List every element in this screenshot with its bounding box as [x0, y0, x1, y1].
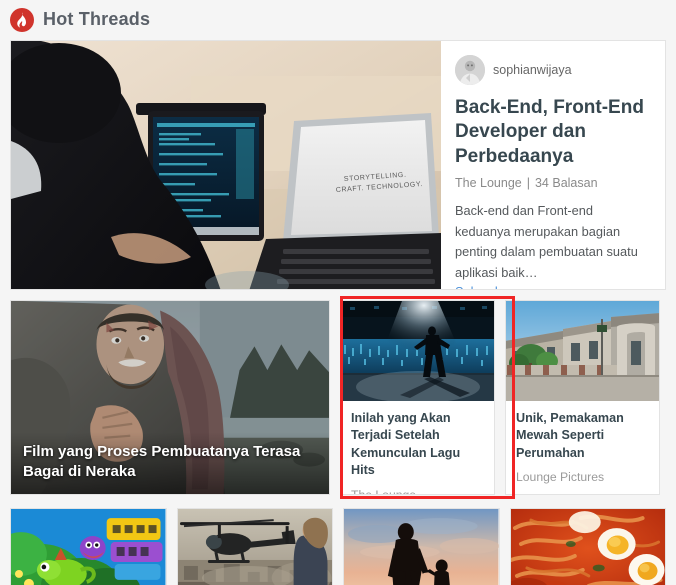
featured-thread-title[interactable]: Back-End, Front-End Developer dan Perbed…: [455, 96, 651, 169]
reply-count: 34 Balasan: [534, 175, 598, 190]
concert-thread-card[interactable]: Inilah yang Akan Terjadi Setelah Kemuncu…: [340, 300, 495, 495]
meta-separator: |: [526, 175, 530, 190]
houses-thread-title[interactable]: Unik, Pemakaman Mewah Seperti Perumahan: [516, 410, 649, 462]
game-thread-card[interactable]: [10, 508, 167, 585]
food-thread-image[interactable]: [510, 509, 665, 585]
concert-thread-source[interactable]: The Lounge: [351, 488, 484, 495]
houses-thread-source[interactable]: Lounge Pictures: [516, 470, 649, 484]
bottom-card-row: [10, 508, 666, 585]
helicopter-thread-image[interactable]: [177, 509, 332, 585]
page-title: Hot Threads: [43, 9, 151, 29]
silhouette-thread-card[interactable]: [343, 508, 500, 585]
avatar: [455, 55, 485, 85]
concert-thread-body: Inilah yang Akan Terjadi Setelah Kemuncu…: [341, 401, 494, 495]
read-more-link[interactable]: Selengkapnya: [455, 284, 651, 289]
houses-thread-body: Unik, Pemakaman Mewah Seperti Perumahan …: [506, 401, 659, 484]
featured-thread-image[interactable]: STORYTELLING. CRAFT. TECHNOLOGY.: [11, 41, 441, 289]
food-thread-card[interactable]: [509, 508, 666, 585]
featured-thread-meta: The Lounge | 34 Balasan: [455, 176, 651, 190]
forum-name[interactable]: The Lounge: [455, 176, 522, 190]
author-name[interactable]: sophianwijaya: [493, 63, 572, 77]
featured-thread-body: sophianwijaya Back-End, Front-End Develo…: [441, 41, 665, 289]
concert-thread-image[interactable]: [341, 301, 494, 401]
middle-card-row: Film yang Proses Pembuatanya Terasa Baga…: [10, 296, 666, 499]
featured-thread-excerpt: Back-end dan Front-end keduanya merupaka…: [455, 202, 638, 281]
featured-thread-card[interactable]: STORYTELLING. CRAFT. TECHNOLOGY. sophian…: [10, 40, 666, 290]
concert-thread-title[interactable]: Inilah yang Akan Terjadi Setelah Kemuncu…: [351, 410, 484, 480]
silhouette-thread-image[interactable]: [344, 509, 499, 585]
movie-thread-title[interactable]: Film yang Proses Pembuatanya Terasa Baga…: [11, 432, 329, 494]
game-thread-image[interactable]: [11, 509, 166, 585]
houses-thread-image[interactable]: [506, 301, 659, 401]
helicopter-thread-card[interactable]: [176, 508, 333, 585]
fire-icon: [10, 7, 34, 32]
author-row[interactable]: sophianwijaya: [455, 55, 651, 85]
houses-thread-card[interactable]: Unik, Pemakaman Mewah Seperti Perumahan …: [505, 300, 660, 495]
movie-thread-card[interactable]: Film yang Proses Pembuatanya Terasa Baga…: [10, 300, 330, 495]
page-header: Hot Threads: [0, 0, 676, 40]
